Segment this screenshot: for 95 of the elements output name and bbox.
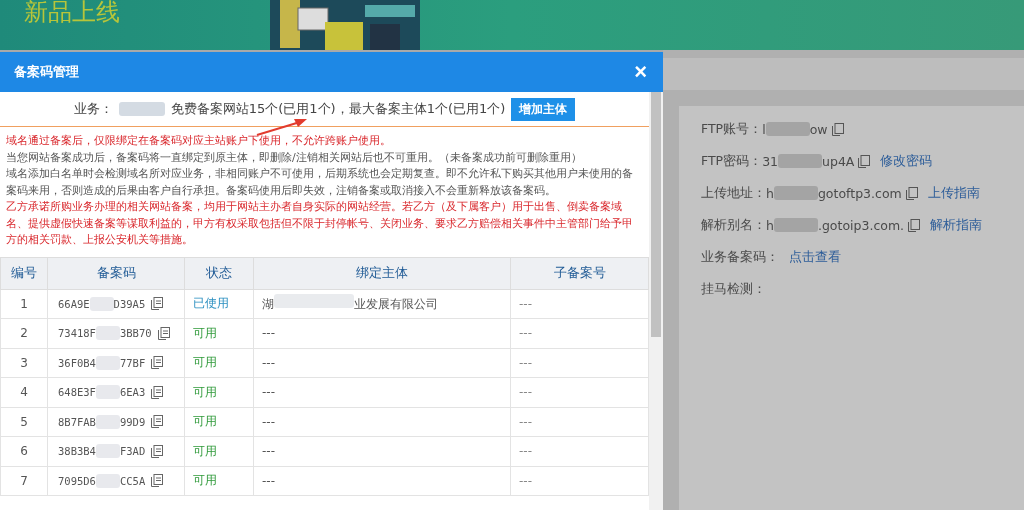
notice-text: 域名添加白名单时会检测域名所对应业务，非相同账户不可使用，后期系统也会定期复查。即不允许私下购买其他用户未使用的备案码来用，否则造成的后果由客户自行承担。备案码使用后即失效，注销备案或取消接入不会重新释放该备案码。	[6, 166, 634, 199]
table-cell: ---	[519, 355, 532, 370]
code-text: 77BF	[119, 356, 146, 369]
table-cell: 业发展有限公司	[354, 297, 438, 312]
notice-text: 域名通过备案后，仅限绑定在备案码对应主站账户下使用，不允许跨账户使用。	[6, 133, 392, 149]
field-value: ow	[809, 121, 828, 137]
code-text: 99D9	[119, 415, 146, 428]
field-label: FTP账号：	[701, 120, 763, 138]
field-value: h	[766, 217, 774, 233]
status-text: 可用	[193, 325, 217, 340]
status-text: 可用	[193, 355, 217, 370]
field-value: h	[766, 185, 774, 201]
add-subject-button[interactable]: 增加主体	[511, 97, 576, 121]
table-cell: 5	[0, 407, 48, 437]
copy-icon[interactable]	[831, 122, 844, 136]
blurred-text	[765, 122, 810, 136]
table-cell: 2	[0, 318, 48, 348]
notice-text: 乙方承诺所购业务办理的相关网站备案，均用于网站主办者自身实际的网站经营。若乙方（及下属客户）用于出售、倒卖备案域名、提供虚假快速备案等谋取利益的，甲方有权采取包括但不限于封停帐号、关闭业务、要求乙方赔偿相关事件中主管部门给予甲方的相关罚款、上报公安机关等措施。	[6, 199, 634, 248]
code-text: F3AD	[119, 445, 146, 458]
scrollbar[interactable]	[649, 92, 663, 510]
annotation-arrow	[256, 118, 308, 136]
business-label: 业务：	[73, 100, 113, 118]
table-cell: ---	[262, 355, 275, 370]
code-text: 73418F	[58, 327, 96, 340]
status-text: 可用	[193, 414, 217, 429]
field-label: 挂马检测：	[701, 280, 766, 298]
table-cell: 湖	[262, 297, 274, 312]
copy-icon[interactable]	[151, 415, 164, 429]
copy-icon[interactable]	[151, 444, 164, 458]
table-cell: 4	[0, 377, 48, 407]
table-cell: ---	[519, 414, 532, 429]
table-cell: 3	[0, 348, 48, 378]
code-text: D39A5	[113, 297, 146, 310]
code-text: 3BB70	[119, 327, 152, 340]
code-text: CC5A	[119, 474, 146, 487]
table-cell: ---	[262, 326, 275, 341]
column-header: 状态	[184, 257, 254, 289]
field-label: 解析别名：	[701, 216, 766, 234]
column-header: 备案码	[47, 257, 185, 289]
code-text: 6EA3	[119, 386, 146, 399]
column-header: 编号	[0, 257, 48, 289]
field-value: up4A	[822, 153, 855, 169]
code-text: 66A9E	[58, 297, 90, 310]
status-text: 可用	[193, 384, 217, 399]
table-cell: ---	[262, 385, 275, 400]
modal-title: 备案码管理	[14, 63, 79, 81]
copy-icon[interactable]	[905, 186, 918, 200]
table-cell: 1	[0, 289, 48, 319]
notice-text: 当您网站备案成功后，备案码将一直绑定到原主体，即删除/注销相关网站后也不可重用。（未备案成功前可删除重用）	[6, 149, 583, 166]
code-text: 8B7FAB	[58, 415, 96, 428]
table-cell: ---	[262, 414, 275, 429]
table-cell: ---	[262, 444, 275, 459]
quota-text: 免费备案网站15个(已用1个)，最大备案主体1个(已用1个)	[170, 100, 506, 118]
table-cell: ---	[519, 385, 532, 400]
info-link[interactable]: 上传指南	[927, 184, 980, 202]
field-value: 31	[762, 153, 779, 169]
copy-icon[interactable]	[157, 326, 170, 340]
code-text: 36F0B4	[58, 356, 96, 369]
info-link[interactable]: 修改密码	[880, 152, 933, 170]
column-header: 绑定主体	[253, 257, 511, 289]
table-cell: 6	[0, 436, 48, 466]
blurred-text	[773, 186, 818, 200]
field-label: 业务备案码：	[701, 248, 779, 266]
field-value: gotoftp3.com	[817, 185, 902, 201]
copy-icon[interactable]	[151, 474, 164, 488]
field-label: 上传地址：	[701, 184, 766, 202]
field-value: .gotoip3.com.	[817, 217, 905, 233]
table-cell: ---	[262, 473, 275, 488]
info-link[interactable]: 点击查看	[789, 248, 841, 266]
info-link[interactable]: 解析指南	[930, 216, 983, 234]
scrollbar-thumb[interactable]	[651, 92, 661, 337]
table-cell: ---	[519, 326, 532, 341]
table-cell: ---	[519, 444, 532, 459]
status-text: 已使用	[193, 296, 229, 311]
field-label: FTP密码：	[701, 152, 763, 170]
copy-icon[interactable]	[858, 154, 871, 168]
copy-icon[interactable]	[151, 297, 164, 311]
blurred-text	[773, 218, 818, 232]
code-text: 7095D6	[58, 474, 96, 487]
copy-icon[interactable]	[151, 385, 164, 399]
field-value: l	[762, 121, 766, 137]
table-cell: 7	[0, 466, 48, 496]
status-text: 可用	[193, 443, 217, 458]
close-button[interactable]: ×	[632, 62, 649, 82]
copy-icon[interactable]	[151, 356, 164, 370]
table-cell: ---	[519, 473, 532, 488]
banner-title: 新品上线	[24, 0, 120, 28]
code-text: 38B3B4	[58, 445, 96, 458]
blurred-text	[778, 154, 823, 168]
table-cell: ---	[519, 296, 532, 311]
copy-icon[interactable]	[908, 218, 921, 232]
column-header: 子备案号	[510, 257, 649, 289]
blurred-text	[118, 102, 165, 116]
status-text: 可用	[193, 473, 217, 488]
code-text: 648E3F	[58, 386, 96, 399]
